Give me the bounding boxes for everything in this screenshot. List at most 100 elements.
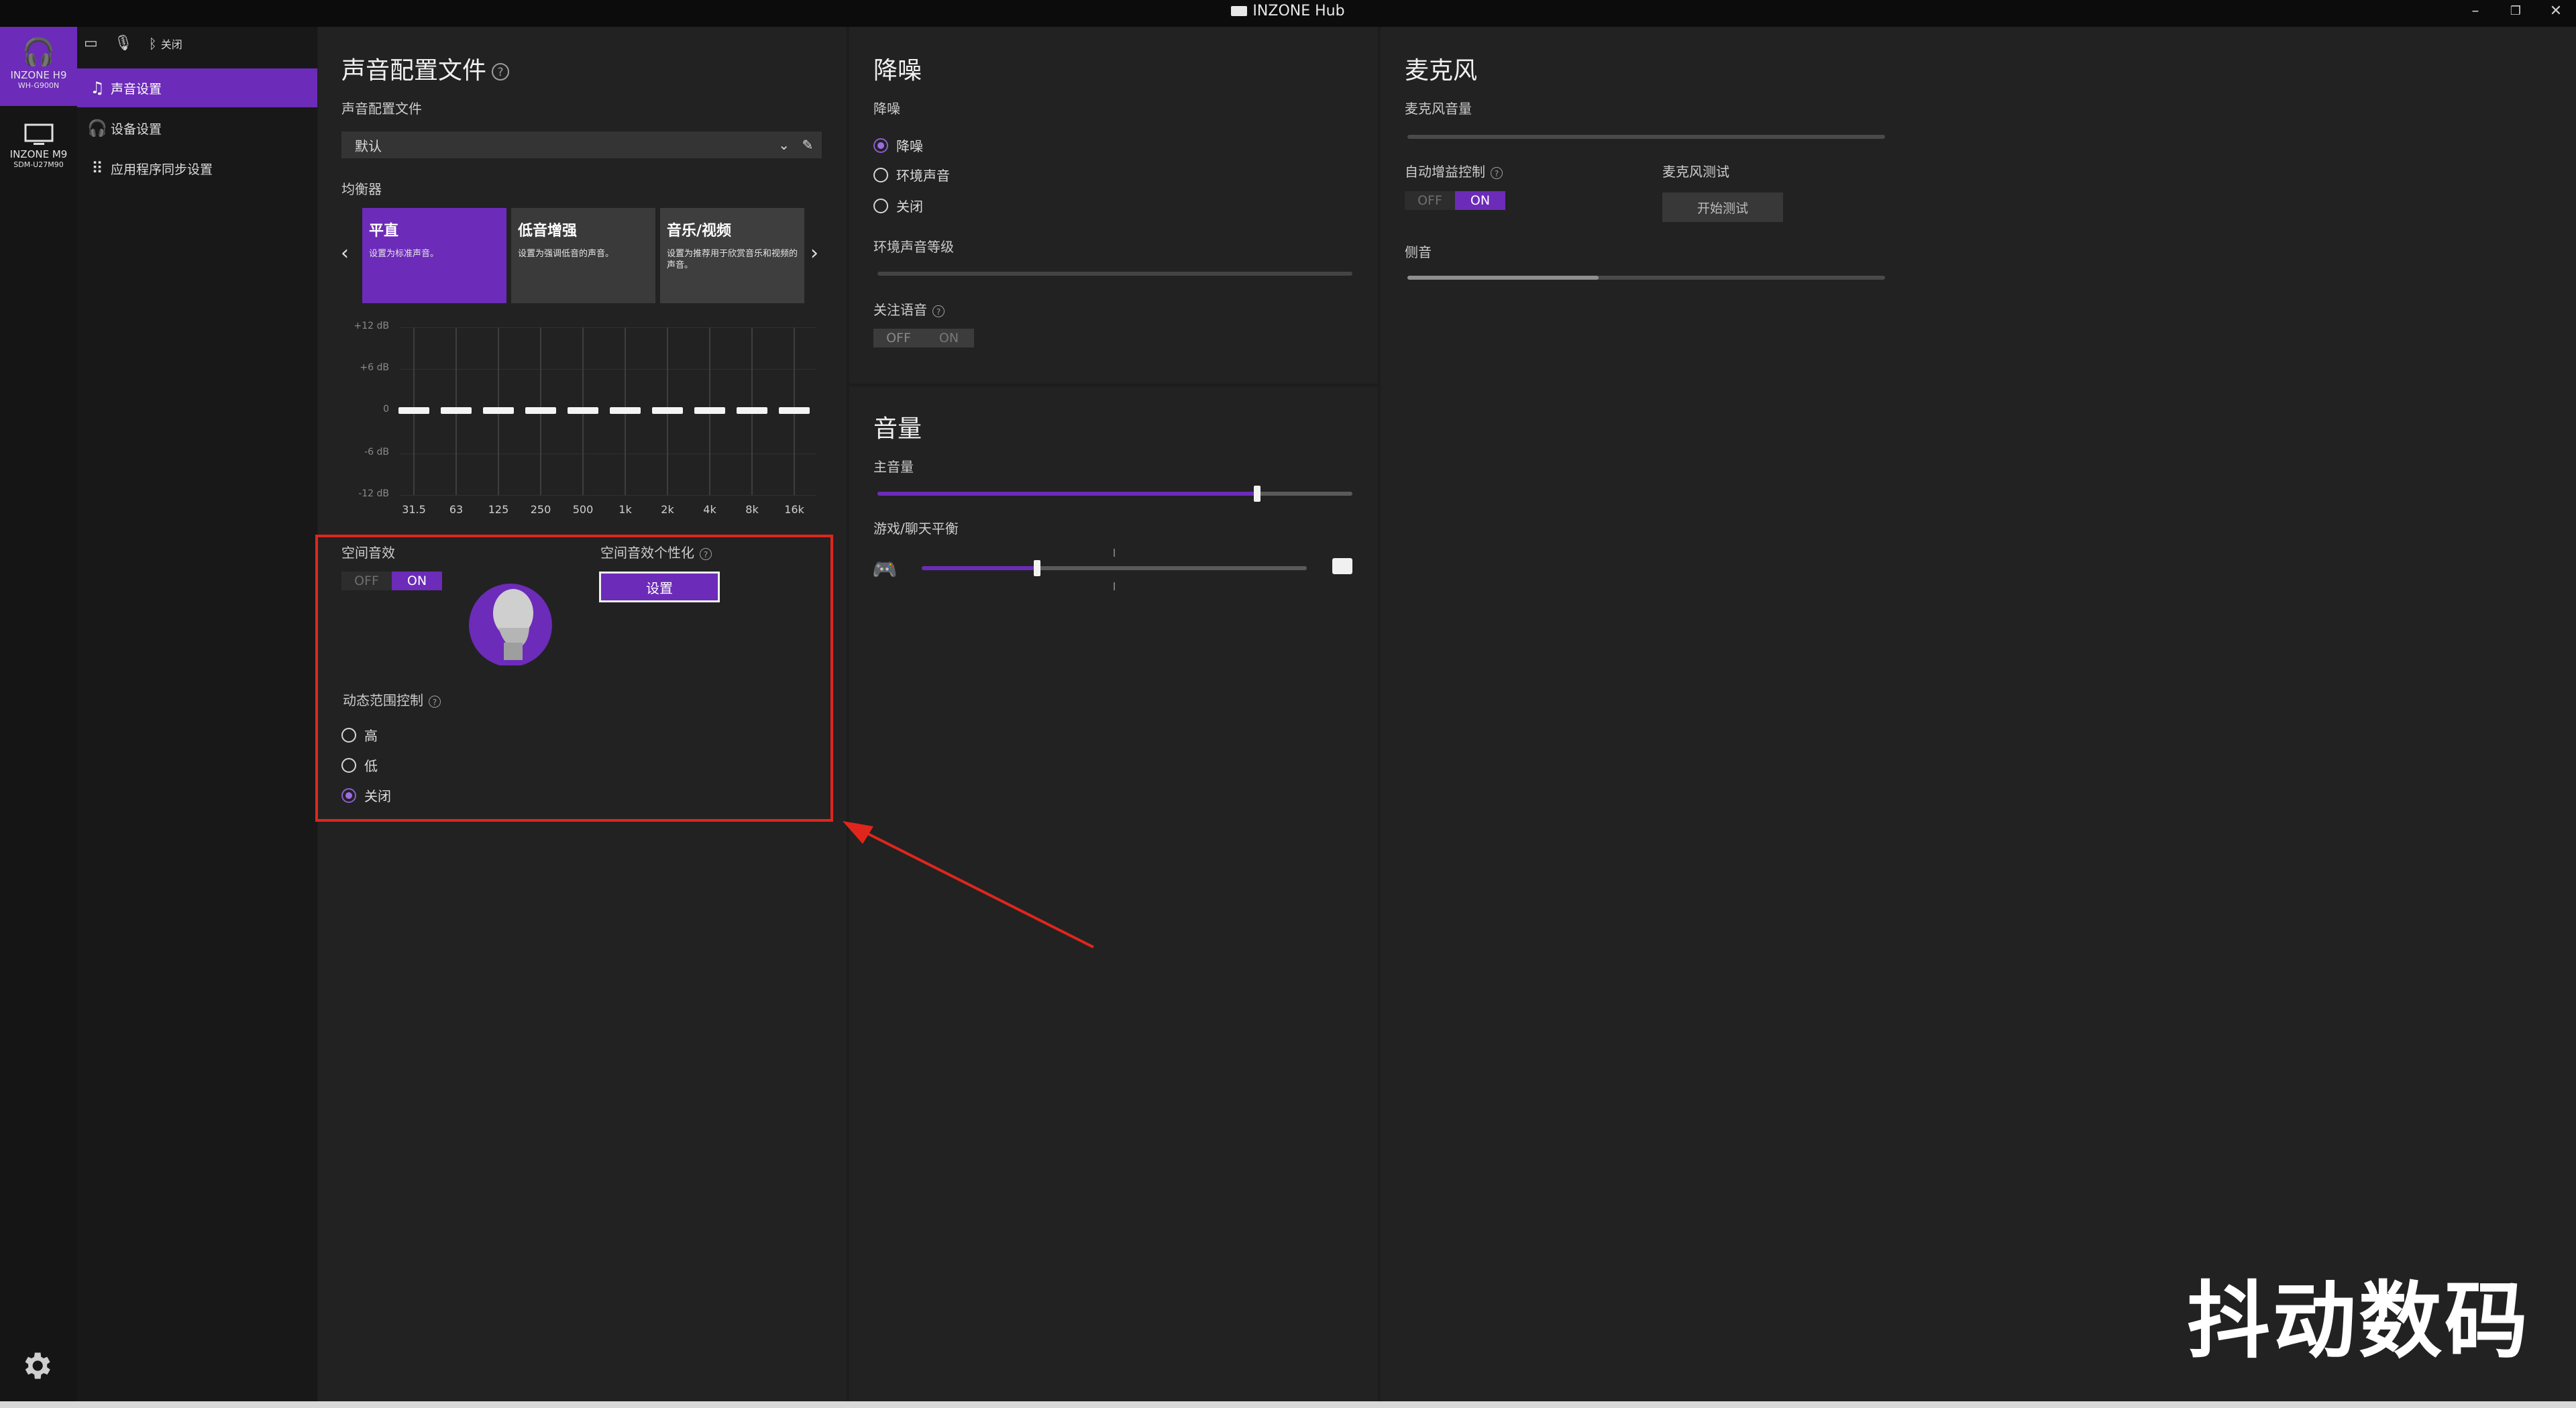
device-model: WH-G900N xyxy=(17,81,60,90)
noise-option-ambient[interactable]: 环境声音 xyxy=(873,165,950,184)
sidetone-slider[interactable] xyxy=(1407,276,1885,280)
settings-gear-icon[interactable] xyxy=(19,1348,54,1383)
help-icon[interactable]: ? xyxy=(932,305,945,317)
eq-band-knob[interactable] xyxy=(441,407,472,414)
radio-label: 关闭 xyxy=(896,199,923,215)
toggle-off: OFF xyxy=(1405,191,1455,210)
drc-option-low[interactable]: 低 xyxy=(341,755,378,775)
master-volume-slider[interactable] xyxy=(877,486,1352,502)
eq-freq-label: 63 xyxy=(449,503,464,516)
eq-preset-flat[interactable]: 平直 设置为标准声音。 xyxy=(362,208,506,303)
master-volume-thumb[interactable] xyxy=(1254,486,1261,502)
close-button[interactable]: ✕ xyxy=(2542,3,2569,19)
nav-item-app-sync[interactable]: ⠿ 应用程序同步设置 xyxy=(77,149,317,188)
radio-button[interactable] xyxy=(873,198,888,213)
device-name: INZONE H9 xyxy=(10,69,67,81)
eq-band-knob[interactable] xyxy=(568,407,598,414)
agc-toggle[interactable]: OFF ON xyxy=(1405,191,1505,210)
help-icon[interactable]: ? xyxy=(429,695,441,708)
nav-item-device-settings[interactable]: 🎧 设备设置 xyxy=(77,109,317,148)
radio-button[interactable] xyxy=(873,167,888,182)
preset-title: 低音增强 xyxy=(518,223,578,239)
balance-thumb[interactable] xyxy=(1034,560,1041,576)
preset-desc: 设置为强调低音的声音。 xyxy=(518,249,614,259)
eq-band-knob[interactable] xyxy=(694,407,725,414)
eq-freq-label: 125 xyxy=(488,503,509,516)
bottom-edge xyxy=(0,1401,2576,1408)
grid-icon: ⠿ xyxy=(91,159,103,178)
restore-button[interactable]: ❐ xyxy=(2502,4,2529,18)
equalizer-label: 均衡器 xyxy=(341,181,382,197)
start-test-button[interactable]: 开始测试 xyxy=(1662,193,1783,222)
noise-option-nc[interactable]: 降噪 xyxy=(873,136,923,155)
focus-voice-label: 关注语音? xyxy=(873,299,945,319)
help-icon[interactable]: ? xyxy=(492,63,510,80)
watermark-text: 抖动数码 xyxy=(2187,1273,2531,1370)
radio-button[interactable] xyxy=(341,757,356,773)
nav-item-sound-settings[interactable]: ♫ 声音设置 xyxy=(77,68,317,107)
eq-freq-label: 4k xyxy=(703,503,716,516)
mic-volume-slider[interactable] xyxy=(1407,135,1885,139)
eq-freq-label: 31.5 xyxy=(402,503,426,516)
noise-label: 降噪 xyxy=(873,101,900,117)
sidetone-label: 侧音 xyxy=(1405,244,1432,260)
master-volume-label: 主音量 xyxy=(873,459,914,475)
help-icon[interactable]: ? xyxy=(700,547,712,560)
eq-freq-label: 1k xyxy=(619,503,632,516)
monitor-icon xyxy=(24,123,53,145)
radio-button[interactable] xyxy=(341,727,356,743)
chevron-left-icon[interactable]: ‹ xyxy=(341,241,349,265)
bluetooth-icon: ᛒ xyxy=(148,35,157,52)
radio-button[interactable] xyxy=(873,138,888,153)
focus-voice-toggle[interactable]: OFF ON xyxy=(873,329,974,347)
preset-title: 平直 xyxy=(369,223,399,239)
eq-band-knob[interactable] xyxy=(652,407,683,414)
personalize-setup-button[interactable]: 设置 xyxy=(599,572,720,602)
drc-option-high[interactable]: 高 xyxy=(341,725,378,745)
device-name: INZONE M9 xyxy=(9,148,68,160)
radio-label: 低 xyxy=(364,758,378,774)
radio-button[interactable] xyxy=(341,788,356,803)
profile-dropdown[interactable]: 默认 ⌄ xyxy=(341,131,799,158)
help-icon[interactable]: ? xyxy=(1491,166,1503,179)
device-inzone-h9[interactable]: 🎧 INZONE H9 WH-G900N xyxy=(0,27,77,106)
spatial-sound-label: 空间音效 xyxy=(341,545,395,561)
chat-bubble-icon xyxy=(1332,558,1352,574)
chevron-right-icon[interactable]: › xyxy=(810,241,818,265)
eq-preset-music-video[interactable]: 音乐/视频 设置为推荐用于欣赏音乐和视频的声音。 xyxy=(660,208,804,303)
ambient-level-slider[interactable] xyxy=(877,272,1352,276)
eq-band-knob[interactable] xyxy=(525,407,556,414)
radio-label: 降噪 xyxy=(896,138,923,154)
balance-slider[interactable] xyxy=(922,560,1307,576)
eq-freq-label: 250 xyxy=(530,503,551,516)
drc-option-off[interactable]: 关闭 xyxy=(341,786,391,805)
db-label: -6 dB xyxy=(364,447,389,457)
edit-pencil-icon[interactable]: ✎ xyxy=(794,131,822,158)
eq-band-knob[interactable] xyxy=(610,407,641,414)
eq-band-knob[interactable] xyxy=(737,407,767,414)
personalize-label: 空间音效个性化? xyxy=(600,542,712,561)
preset-desc: 设置为标准声音。 xyxy=(369,249,439,259)
radio-label: 高 xyxy=(364,728,378,744)
bluetooth-status: 关闭 xyxy=(160,38,182,51)
radio-label: 关闭 xyxy=(364,788,391,804)
eq-freq-label: 8k xyxy=(745,503,759,516)
preset-desc: 设置为推荐用于欣赏音乐和视频的声音。 xyxy=(667,249,798,270)
eq-band-knob[interactable] xyxy=(779,407,810,414)
eq-preset-bass-boost[interactable]: 低音增强 设置为强调低音的声音。 xyxy=(511,208,655,303)
balance-fill xyxy=(922,566,1038,570)
nav-item-label: 应用程序同步设置 xyxy=(111,162,213,177)
spatial-sound-toggle[interactable]: OFF ON xyxy=(341,572,442,590)
minimize-button[interactable]: – xyxy=(2462,3,2489,19)
eq-band-knob[interactable] xyxy=(483,407,514,414)
db-label: +6 dB xyxy=(360,362,389,373)
noise-option-off[interactable]: 关闭 xyxy=(873,196,923,215)
eq-gridline xyxy=(400,369,816,370)
device-model: SDM-U27M90 xyxy=(13,160,64,169)
eq-band-knob[interactable] xyxy=(398,407,429,414)
device-inzone-m9[interactable]: INZONE M9 SDM-U27M90 xyxy=(0,117,77,184)
inzone-logo-icon xyxy=(1231,6,1248,16)
gamepad-icon: 🎮 xyxy=(872,558,898,582)
nav-item-label: 声音设置 xyxy=(111,81,162,97)
headphones-icon: 🎧 xyxy=(87,119,107,138)
